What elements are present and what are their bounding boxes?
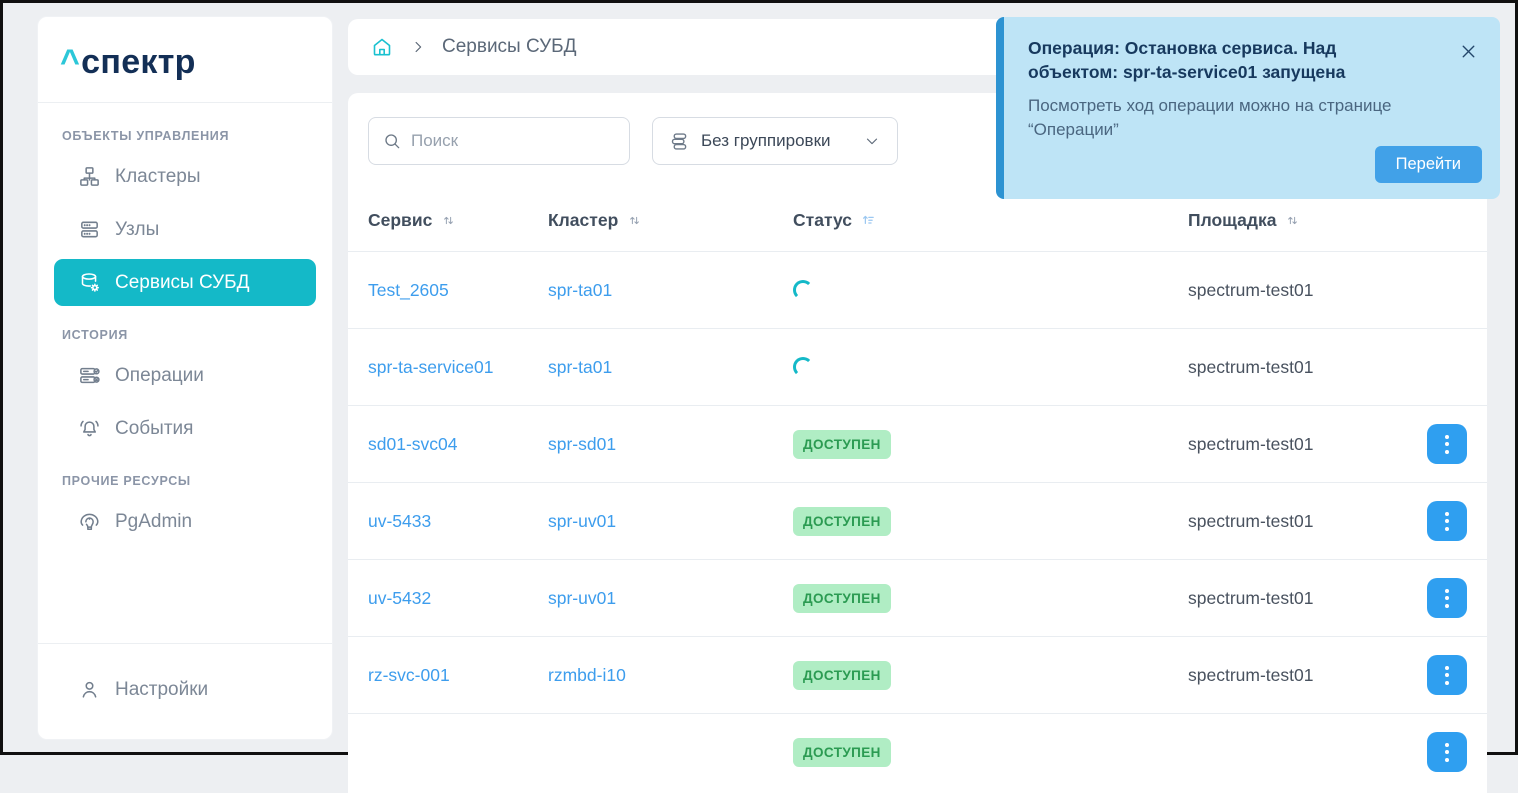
toast-go-button[interactable]: Перейти [1375, 146, 1482, 183]
row-actions-button[interactable] [1427, 732, 1467, 772]
service-link[interactable]: rz-svc-001 [368, 665, 450, 685]
service-link[interactable]: spr-ta-service01 [368, 357, 493, 377]
service-link[interactable]: uv-5432 [368, 588, 431, 608]
app-logo: ^спектр [38, 17, 332, 103]
site-cell: spectrum-test01 [1188, 434, 1403, 455]
table-row: ДОСТУПЕН [348, 713, 1487, 790]
sort-icon[interactable] [1285, 213, 1300, 228]
logo-text: спектр [81, 43, 196, 81]
grouping-select[interactable]: Без группировки [652, 117, 898, 165]
row-actions-button[interactable] [1427, 424, 1467, 464]
table-row: sd01-svc04 spr-sd01 ДОСТУПЕН spectrum-test0… [348, 405, 1487, 482]
sidebar-item-label: PgAdmin [115, 511, 192, 533]
loading-spinner [793, 280, 813, 300]
table-body: Test_2605spr-ta01spectrum-test01spr-ta-s… [348, 251, 1487, 790]
sidebar-item-pgadmin[interactable]: PgAdmin [54, 498, 316, 545]
cluster-link[interactable]: rzmbd-i10 [548, 665, 626, 685]
cluster-link[interactable]: spr-sd01 [548, 434, 616, 454]
events-icon [78, 417, 101, 440]
sidebar-section-label: ОБЪЕКТЫ УПРАВЛЕНИЯ [54, 113, 316, 153]
sidebar-item-settings[interactable]: Настройки [54, 666, 316, 713]
nodes-icon [78, 218, 101, 241]
sidebar-item-label: Сервисы СУБД [115, 272, 250, 294]
status-badge: ДОСТУПЕН [793, 661, 891, 690]
row-actions-button[interactable] [1427, 501, 1467, 541]
row-actions-button[interactable] [1427, 578, 1467, 618]
service-link[interactable]: uv-5433 [368, 511, 431, 531]
column-label: Кластер [548, 210, 618, 231]
sidebar-item-label: Узлы [115, 219, 159, 241]
site-cell: spectrum-test01 [1188, 357, 1403, 378]
sidebar-section-label: ИСТОРИЯ [54, 312, 316, 352]
operation-toast: Операция: Остановка сервиса. Над объекто… [996, 17, 1500, 199]
search-box [368, 117, 630, 165]
close-x-icon [1458, 41, 1479, 62]
sidebar-item-nodes[interactable]: Узлы [54, 206, 316, 253]
cluster-link[interactable]: spr-ta01 [548, 357, 612, 377]
table-row: spr-ta-service01 spr-ta01 spectrum-test01 [348, 328, 1487, 405]
status-badge: ДОСТУПЕН [793, 507, 891, 536]
status-badge: ДОСТУПЕН [793, 430, 891, 459]
cluster-link[interactable]: spr-uv01 [548, 588, 616, 608]
sidebar-item-db-services[interactable]: Сервисы СУБД [54, 259, 316, 306]
chevron-down-icon [863, 132, 881, 150]
sidebar-item-operations[interactable]: Операции [54, 352, 316, 399]
column-label: Площадка [1188, 210, 1276, 231]
close-icon[interactable] [1456, 39, 1481, 64]
table-row: uv-5432 spr-uv01 ДОСТУПЕН spectrum-test01 [348, 559, 1487, 636]
layers-icon [669, 131, 690, 152]
toast-title: Операция: Остановка сервиса. Над объекто… [1028, 37, 1428, 84]
search-icon [382, 131, 402, 151]
column-header[interactable]: Статус [793, 210, 1188, 231]
site-cell: spectrum-test01 [1188, 665, 1403, 686]
row-actions-button[interactable] [1427, 655, 1467, 695]
sidebar-item-events[interactable]: События [54, 405, 316, 452]
service-link[interactable]: sd01-svc04 [368, 434, 458, 454]
operations-icon [78, 364, 101, 387]
sidebar-item-label: События [115, 418, 193, 440]
sort-icon[interactable] [627, 213, 642, 228]
sidebar-section-label: ПРОЧИЕ РЕСУРСЫ [54, 458, 316, 498]
table-row: uv-5433 spr-uv01 ДОСТУПЕН spectrum-test01 [348, 482, 1487, 559]
sidebar-sections: ОБЪЕКТЫ УПРАВЛЕНИЯ Кластеры Узлы Сервисы СУ… [38, 103, 332, 643]
site-cell: spectrum-test01 [1188, 511, 1403, 532]
site-cell: spectrum-test01 [1188, 588, 1403, 609]
cluster-link[interactable]: spr-uv01 [548, 511, 616, 531]
status-badge: ДОСТУПЕН [793, 738, 891, 767]
logo-caret-icon: ^ [60, 43, 80, 81]
status-badge: ДОСТУПЕН [793, 584, 891, 613]
sort-icon[interactable] [441, 213, 456, 228]
table-row: Test_2605 spr-ta01 spectrum-test01 [348, 251, 1487, 328]
loading-spinner [793, 357, 813, 377]
chevron-right-icon [409, 38, 427, 56]
breadcrumb-current-page: Сервисы СУБД [442, 36, 577, 58]
sidebar: ^спектр ОБЪЕКТЫ УПРАВЛЕНИЯ Кластеры Узлы Се… [37, 16, 333, 740]
sidebar-item-label: Настройки [115, 679, 208, 701]
column-header[interactable]: Кластер [548, 210, 793, 231]
clusters-icon [78, 165, 101, 188]
sidebar-item-label: Кластеры [115, 166, 201, 188]
column-header[interactable]: Сервис [368, 210, 548, 231]
site-cell: spectrum-test01 [1188, 280, 1403, 301]
user-icon [78, 678, 101, 701]
sort-asc-icon[interactable] [861, 213, 876, 228]
table-row: rz-svc-001 rzmbd-i10 ДОСТУПЕН spectrum-test… [348, 636, 1487, 713]
column-label: Сервис [368, 210, 432, 231]
search-input[interactable] [411, 131, 617, 151]
sidebar-item-clusters[interactable]: Кластеры [54, 153, 316, 200]
grouping-value: Без группировки [701, 131, 831, 151]
column-label: Статус [793, 210, 852, 231]
home-icon[interactable] [370, 35, 394, 59]
sidebar-footer: Настройки [38, 643, 332, 739]
column-header[interactable]: Площадка [1188, 210, 1403, 231]
db-services-icon [78, 271, 101, 294]
cluster-link[interactable]: spr-ta01 [548, 280, 612, 300]
pgadmin-icon [78, 510, 101, 533]
sidebar-item-label: Операции [115, 365, 204, 387]
toast-message: Посмотреть ход операции можно на страниц… [1028, 94, 1418, 142]
service-link[interactable]: Test_2605 [368, 280, 449, 300]
